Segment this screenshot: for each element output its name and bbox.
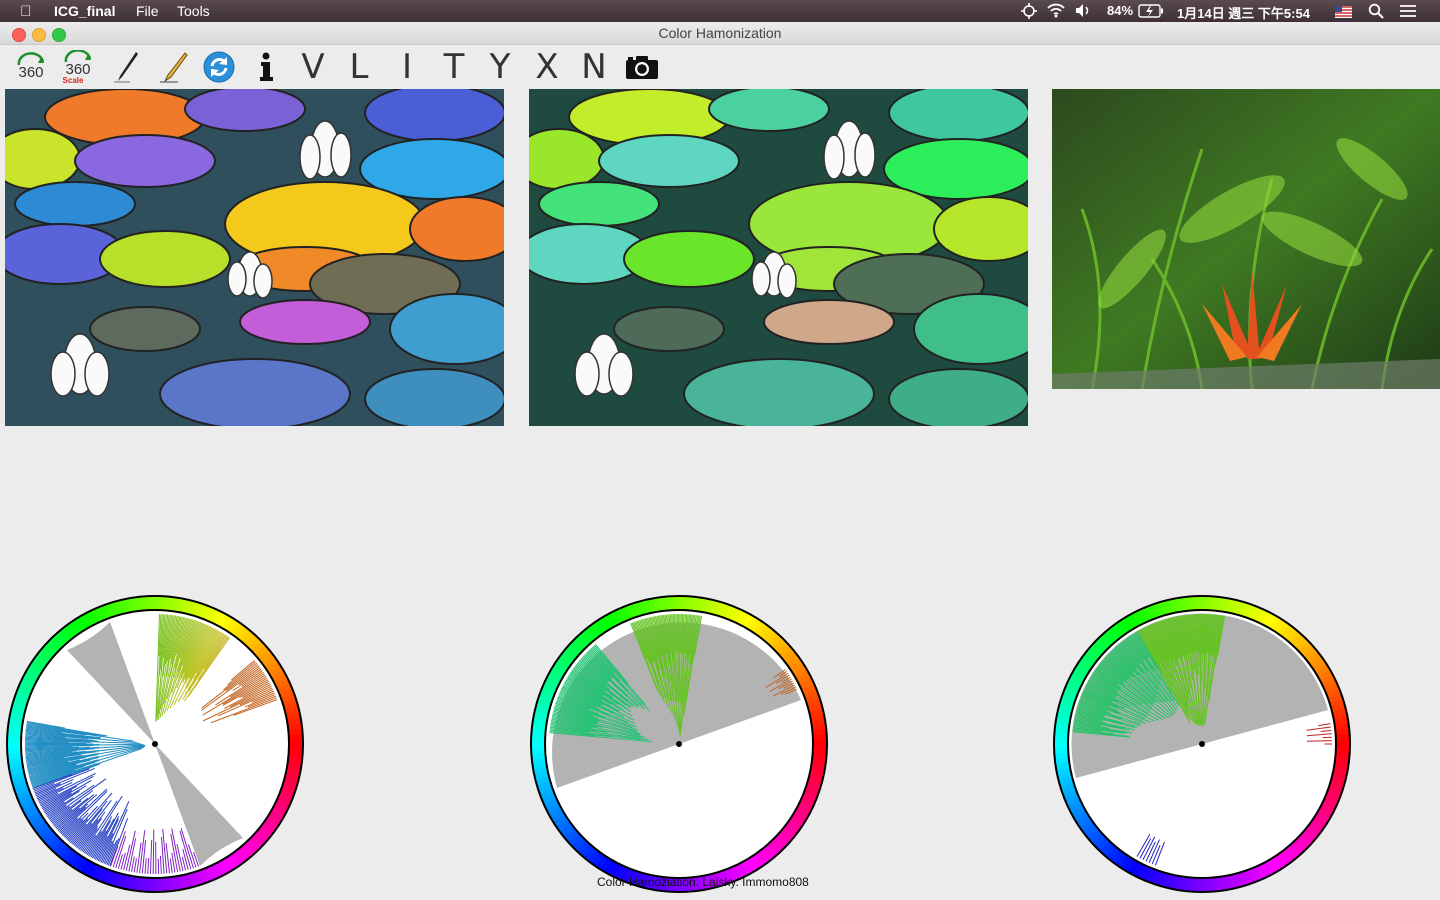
camera-icon [626,56,658,79]
svg-text:360: 360 [18,64,43,81]
pen-icon [114,52,138,83]
battery-percent: 84% [1107,3,1134,18]
info-button[interactable] [252,45,280,89]
reference-image [1052,89,1440,389]
hue-wheel-source[interactable] [5,594,305,894]
rotate-360-button[interactable]: 360 [12,45,50,89]
template-l-button[interactable]: L [342,45,376,89]
menu-bar:  ICG_final File Tools 84% 1月14日 週三 下午5:… [0,0,1440,22]
minimize-button[interactable] [32,28,46,42]
rotate-360-icon: 360 [17,52,45,81]
template-i-button[interactable]: I [390,45,424,89]
tools-menu[interactable]: Tools [177,3,210,19]
template-y-button[interactable]: Y [483,45,517,89]
clock-text[interactable]: 1月14日 週三 下午5:54 [1177,3,1310,22]
wifi-icon[interactable] [1046,2,1066,21]
volume-icon[interactable] [1075,3,1091,21]
toolbar: 360 360 Scale V L I T Y X N [0,45,1440,89]
scale-360-button[interactable]: 360 Scale [58,45,98,89]
zoom-button[interactable] [52,28,66,42]
info-icon [260,52,273,81]
refresh-icon [203,51,235,83]
scale-360-icon: 360 Scale [63,50,92,84]
template-n-button[interactable]: N [577,45,611,89]
close-button[interactable] [12,28,26,42]
wheel-center [152,741,158,747]
template-t-button[interactable]: T [437,45,471,89]
hue-wheel-harmonized[interactable] [529,594,829,894]
file-menu[interactable]: File [136,3,159,19]
footer-credit: Color Hamoziation. Laisky. Immomo808 [597,875,809,889]
svg-text:Scale: Scale [63,76,84,84]
battery-icon[interactable] [1138,4,1164,21]
harmonized-image [529,89,1028,426]
wheel-center [676,741,682,747]
display-icon[interactable] [1020,2,1038,23]
hue-wheel-reference[interactable] [1052,594,1352,894]
flag-icon[interactable] [1335,5,1352,21]
window-title: Color Hamonization [658,25,782,41]
template-v-button[interactable]: V [296,45,330,89]
pen-button[interactable] [110,45,142,89]
apple-icon[interactable]:  [20,3,31,20]
refresh-button[interactable] [202,45,236,89]
app-name-menu[interactable]: ICG_final [54,3,115,19]
template-x-button[interactable]: X [530,45,564,89]
pencil-icon [160,52,188,83]
window-titlebar: Color Hamonization [0,22,1440,45]
search-icon[interactable] [1368,3,1384,22]
wheel-center [1199,741,1205,747]
pencil-button[interactable] [156,45,190,89]
source-image [5,89,504,426]
list-icon[interactable] [1399,4,1417,21]
camera-button[interactable] [624,45,660,89]
